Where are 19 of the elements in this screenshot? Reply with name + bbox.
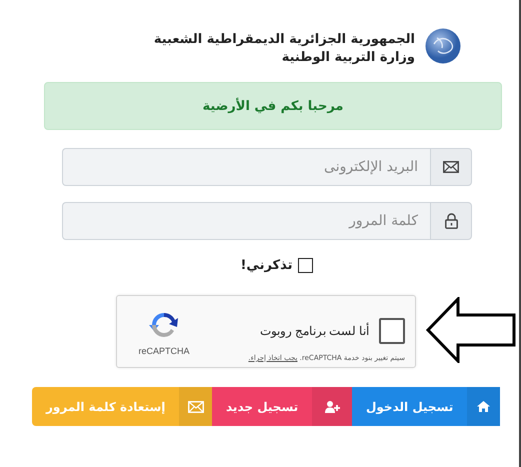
home-icon — [477, 401, 490, 412]
add-user-icon — [324, 400, 340, 412]
login-button[interactable]: تسجيل الدخول — [352, 387, 500, 426]
email-field[interactable]: البريد الإلكترونى — [62, 148, 430, 186]
envelope-icon — [188, 400, 204, 412]
envelope-icon — [443, 161, 459, 173]
remember-label: تذكرني! — [240, 258, 292, 273]
header-title: وزارة التربية الوطنية — [280, 50, 415, 64]
lock-icon — [444, 213, 458, 229]
header-title: الجمهورية الجزائرية الديمقراطية الشعبية — [154, 32, 415, 46]
welcome-message: مرحبا بكم في الأرضية — [202, 98, 344, 114]
recaptcha-brand: reCAPTCHA — [138, 346, 190, 356]
emblem-logo — [425, 28, 461, 64]
password-field[interactable]: كلمة المرور — [62, 202, 430, 240]
captcha-label: أنا لست برنامج روبوت — [260, 324, 369, 338]
remember-checkbox[interactable] — [298, 258, 312, 273]
register-button[interactable]: تسجيل جديد — [212, 387, 352, 426]
captcha-checkbox[interactable] — [379, 318, 405, 344]
recaptcha-logo — [149, 310, 179, 340]
